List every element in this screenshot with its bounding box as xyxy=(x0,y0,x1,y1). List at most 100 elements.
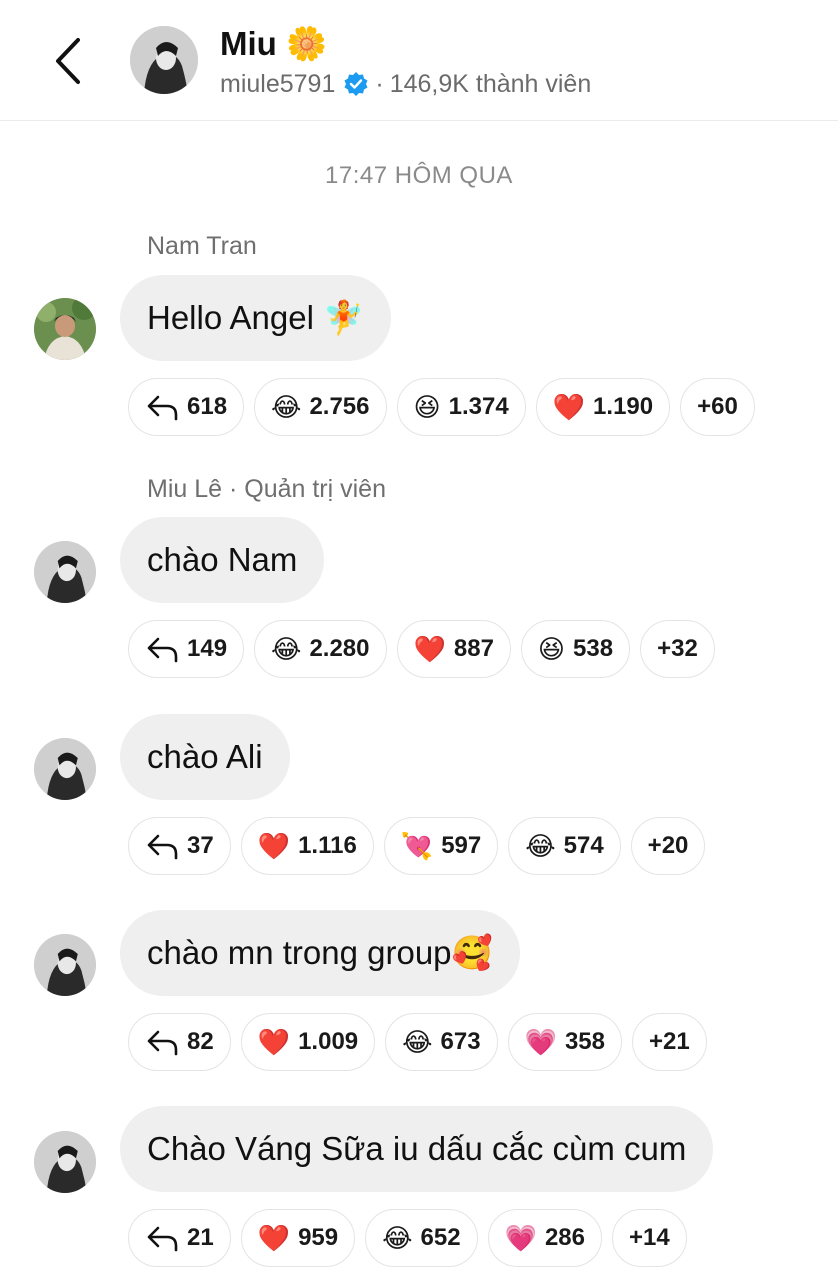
sender-avatar[interactable] xyxy=(34,298,96,360)
reaction-bar: 37 ❤️ 1.116 💘 597 😂 574 +20 xyxy=(128,817,706,875)
reply-count-chip[interactable]: 618 xyxy=(128,378,245,436)
reaction-count: 149 xyxy=(187,635,228,662)
sender-avatar[interactable] xyxy=(34,738,96,800)
reaction-count: 574 xyxy=(563,832,604,859)
red-heart-icon: ❤️ xyxy=(257,831,291,861)
tears-of-joy-icon: 😂 xyxy=(271,392,302,422)
message-bubble[interactable]: chào Ali xyxy=(120,714,290,800)
more-reactions-chip[interactable]: +32 xyxy=(640,620,715,678)
reply-count-chip[interactable]: 149 xyxy=(128,620,245,678)
reaction-bar: 149 😂 2.280 ❤️ 887 😆 538 +32 xyxy=(128,620,715,678)
reaction-count: 21 xyxy=(187,1224,214,1251)
avatar-photo xyxy=(34,934,96,996)
reaction-chip[interactable]: 😂 652 xyxy=(365,1209,478,1267)
red-heart-icon: ❤️ xyxy=(257,1027,291,1057)
more-reactions-count: +20 xyxy=(647,832,689,859)
reply-count-chip[interactable]: 82 xyxy=(128,1013,231,1071)
more-reactions-count: +14 xyxy=(628,1224,670,1251)
reply-icon xyxy=(147,637,178,663)
reply-icon xyxy=(147,1226,178,1252)
chat-header: Miu 🌼 miule5791 · 146,9K thành viên xyxy=(0,0,838,121)
more-reactions-chip[interactable]: +60 xyxy=(680,378,755,436)
reaction-bar: 21 ❤️ 959 😂 652 💗 286 +14 xyxy=(128,1209,687,1267)
sender-name: Nam Tran xyxy=(147,232,257,260)
sender-avatar[interactable] xyxy=(34,541,96,603)
reaction-count: 887 xyxy=(453,635,494,662)
reaction-count: 82 xyxy=(187,1028,214,1055)
growing-heart-icon: 💗 xyxy=(524,1027,557,1057)
sender-name: Miu Lê · Quản trị viên xyxy=(147,475,386,503)
reaction-count: 2.280 xyxy=(309,635,370,662)
reaction-chip[interactable]: 💗 286 xyxy=(487,1209,602,1267)
reaction-chip[interactable]: 😆 538 xyxy=(520,620,631,678)
avatar-photo xyxy=(34,298,96,360)
tears-of-joy-icon: 😂 xyxy=(525,831,556,861)
tears-of-joy-icon: 😂 xyxy=(382,1223,413,1253)
chevron-left-icon xyxy=(56,38,80,84)
reaction-chip[interactable]: ❤️ 1.116 xyxy=(240,817,374,875)
separator-dot: · xyxy=(375,70,384,98)
message-bubble[interactable]: chào Nam xyxy=(120,517,325,603)
tears-of-joy-icon: 😂 xyxy=(271,634,302,664)
reaction-chip[interactable]: 💗 358 xyxy=(507,1013,622,1071)
sender-avatar[interactable] xyxy=(34,1131,96,1193)
channel-subtitle: miule5791 · 146,9K thành viên xyxy=(220,68,591,100)
reaction-chip[interactable]: 😂 673 xyxy=(385,1013,498,1071)
reply-icon xyxy=(147,834,178,860)
verified-badge-icon xyxy=(344,72,368,96)
reaction-count: 597 xyxy=(441,832,482,859)
reaction-count: 2.756 xyxy=(309,393,370,420)
reaction-chip[interactable]: 😂 2.280 xyxy=(254,620,387,678)
reaction-bar: 82 ❤️ 1.009 😂 673 💗 358 +21 xyxy=(128,1013,707,1071)
date-divider: 17:47 HÔM QUA xyxy=(325,162,513,189)
reply-count-chip[interactable]: 37 xyxy=(128,817,231,875)
red-heart-icon: ❤️ xyxy=(257,1223,291,1253)
reaction-count: 673 xyxy=(440,1028,481,1055)
grinning-squint-icon: 😆 xyxy=(413,392,441,422)
member-count: 146,9K thành viên xyxy=(389,70,592,98)
more-reactions-count: +32 xyxy=(657,635,698,662)
more-reactions-chip[interactable]: +14 xyxy=(611,1209,687,1267)
reply-count-chip[interactable]: 21 xyxy=(128,1209,231,1267)
reaction-chip[interactable]: ❤️ 1.009 xyxy=(240,1013,376,1071)
message-bubble[interactable]: chào mn trong group🥰 xyxy=(120,910,520,996)
red-heart-icon: ❤️ xyxy=(552,392,586,422)
channel-avatar[interactable] xyxy=(130,26,198,94)
back-button[interactable] xyxy=(44,34,92,88)
reaction-count: 1.374 xyxy=(448,393,509,420)
reaction-chip[interactable]: 😂 574 xyxy=(508,817,621,875)
reaction-count: 1.009 xyxy=(298,1028,359,1055)
reaction-count: 1.116 xyxy=(298,832,357,859)
channel-title: Miu 🌼 xyxy=(220,25,328,62)
reaction-chip[interactable]: 😆 1.374 xyxy=(396,378,526,436)
avatar-photo xyxy=(34,1131,96,1193)
more-reactions-count: +21 xyxy=(649,1028,690,1055)
avatar-photo xyxy=(34,541,96,603)
more-reactions-count: +60 xyxy=(697,393,738,420)
more-reactions-chip[interactable]: +21 xyxy=(632,1013,707,1071)
reaction-count: 286 xyxy=(544,1224,585,1251)
reaction-count: 358 xyxy=(564,1028,605,1055)
reaction-count: 959 xyxy=(298,1224,339,1251)
more-reactions-chip[interactable]: +20 xyxy=(630,817,706,875)
reaction-count: 618 xyxy=(187,393,228,420)
reaction-count: 538 xyxy=(573,635,614,662)
red-heart-icon: ❤️ xyxy=(413,634,446,664)
tears-of-joy-icon: 😂 xyxy=(402,1027,433,1057)
growing-heart-icon: 💗 xyxy=(504,1223,537,1253)
reaction-chip[interactable]: 💘 597 xyxy=(383,817,499,875)
message-bubble[interactable]: Chào Váng Sữa iu dấu cắc cùm cum xyxy=(120,1106,714,1192)
reaction-count: 37 xyxy=(187,832,214,859)
avatar-photo xyxy=(130,26,198,94)
reaction-chip[interactable]: ❤️ 1.190 xyxy=(535,378,671,436)
avatar-photo xyxy=(34,738,96,800)
reaction-chip[interactable]: 😂 2.756 xyxy=(254,378,387,436)
reply-icon xyxy=(147,395,178,421)
reaction-chip[interactable]: ❤️ 959 xyxy=(240,1209,356,1267)
message-bubble[interactable]: Hello Angel 🧚 xyxy=(120,275,392,361)
sender-avatar[interactable] xyxy=(34,934,96,996)
reaction-chip[interactable]: ❤️ 887 xyxy=(396,620,511,678)
grinning-squint-icon: 😆 xyxy=(537,634,566,664)
channel-username: miule5791 xyxy=(220,70,336,98)
reaction-count: 652 xyxy=(420,1224,461,1251)
